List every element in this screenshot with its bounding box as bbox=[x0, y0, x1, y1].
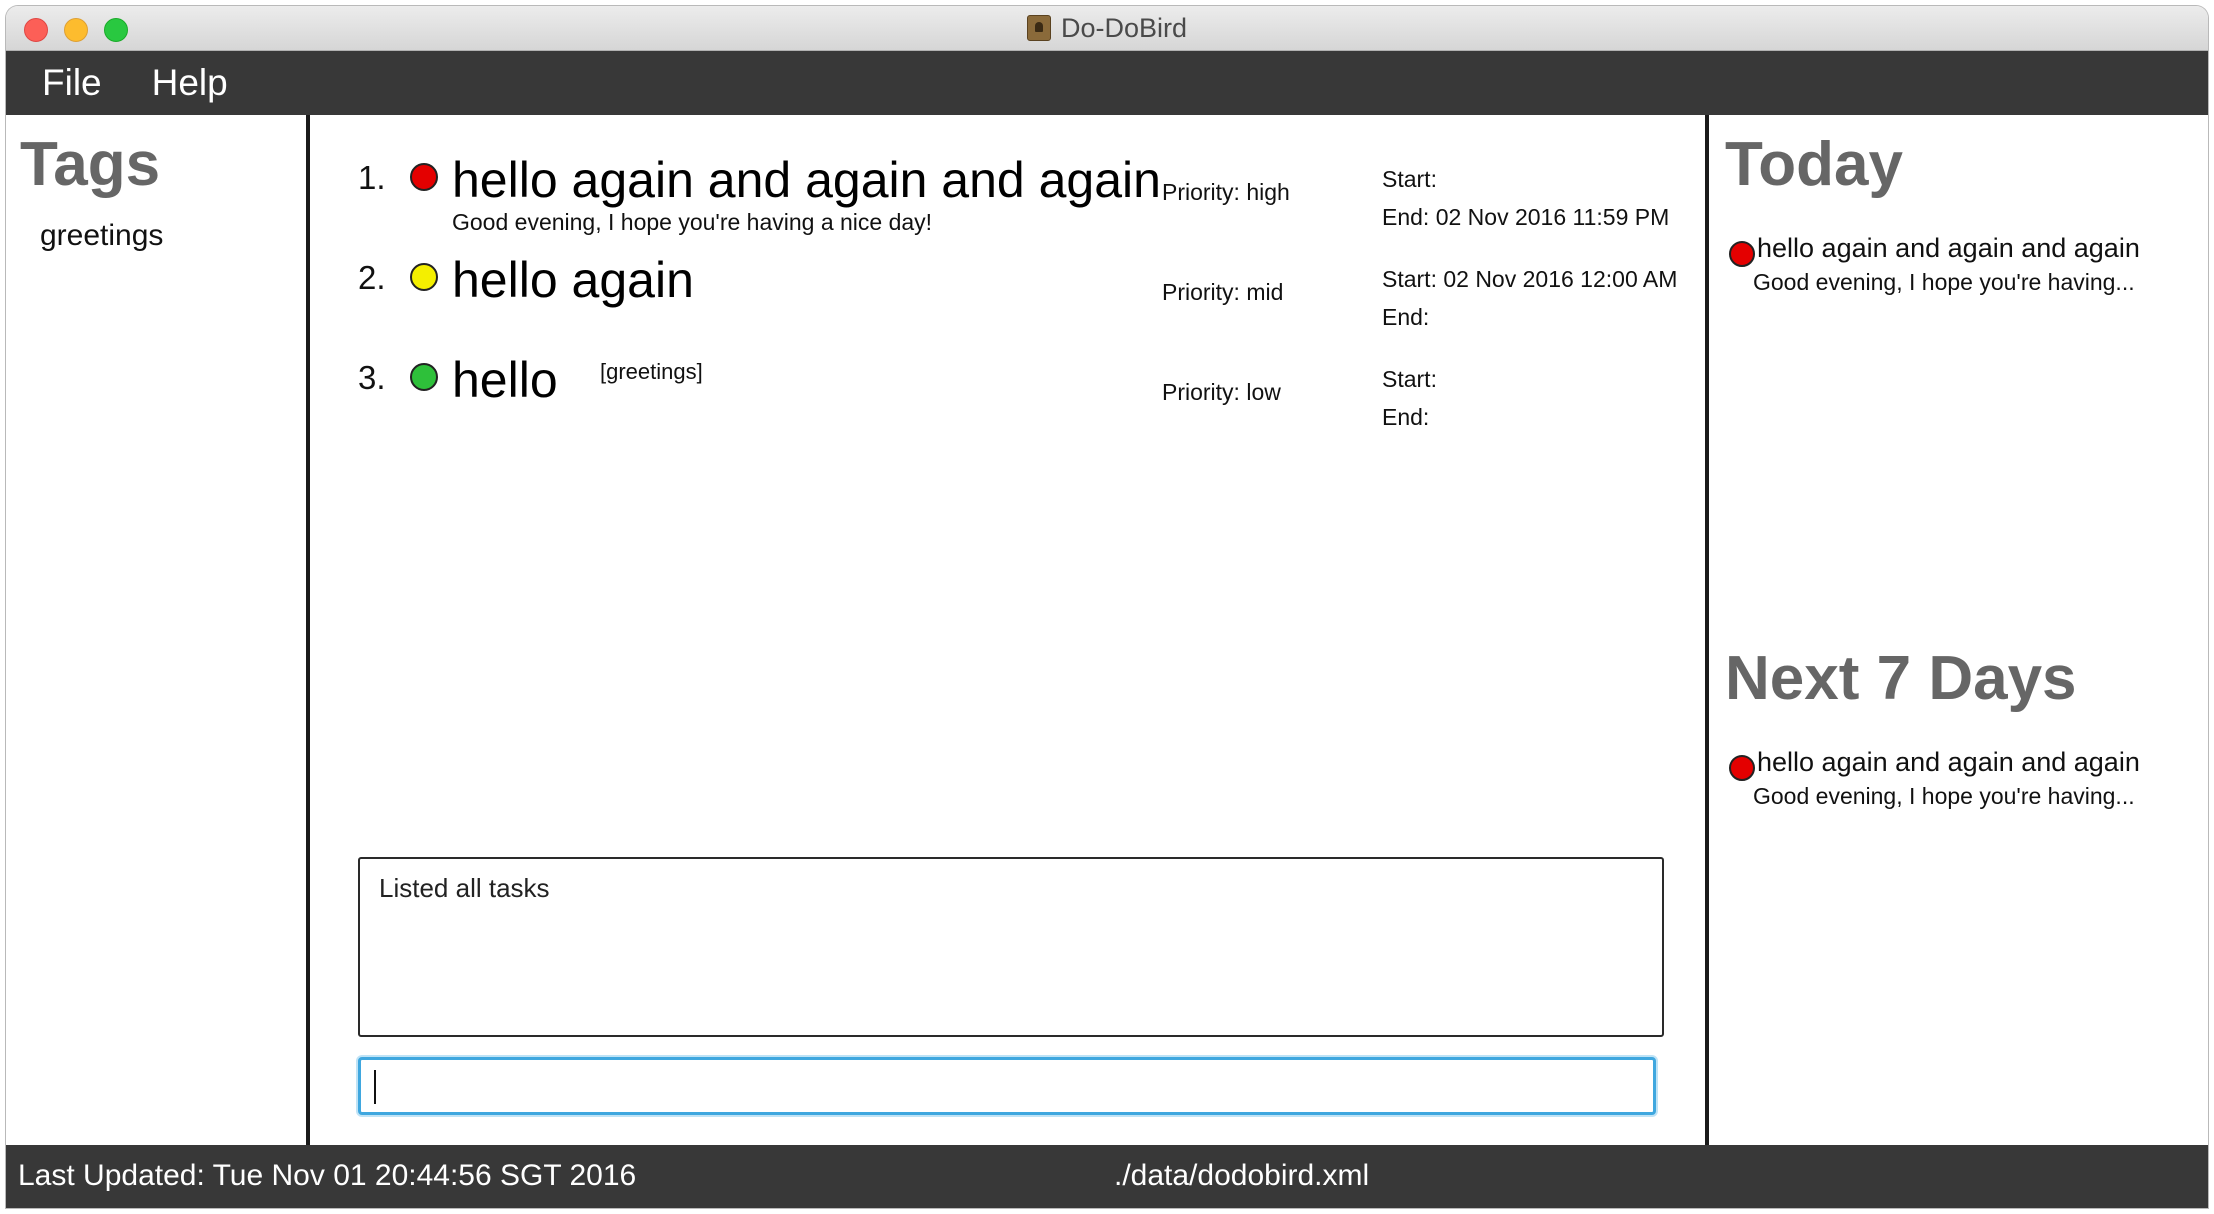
task-start: Start: bbox=[1382, 366, 1437, 392]
task-card-1[interactable]: 1. hello again and again and again Good … bbox=[310, 151, 1705, 251]
task-start: Start: bbox=[1382, 166, 1437, 192]
task-end: End: bbox=[1382, 304, 1430, 330]
task-index: 1. bbox=[358, 159, 386, 196]
task-list-panel: 1. hello again and again and again Good … bbox=[310, 115, 1705, 1145]
result-text: Listed all tasks bbox=[379, 873, 550, 903]
today-task-description: Good evening, I hope you're having... bbox=[1753, 269, 2135, 295]
priority-dot-icon bbox=[410, 163, 438, 191]
today-heading: Today bbox=[1725, 130, 1903, 199]
priority-dot-icon bbox=[410, 363, 438, 391]
task-priority: Priority: high bbox=[1162, 179, 1290, 205]
task-priority: Priority: low bbox=[1162, 379, 1281, 405]
task-end: End: 02 Nov 2016 11:59 PM bbox=[1382, 204, 1670, 230]
today-task-item[interactable]: hello again and again and again Good eve… bbox=[1709, 233, 2208, 313]
task-end: End: bbox=[1382, 404, 1430, 430]
task-index: 2. bbox=[358, 259, 386, 296]
tags-heading: Tags bbox=[20, 130, 161, 199]
next7-task-item[interactable]: hello again and again and again Good eve… bbox=[1709, 747, 2208, 827]
task-name: hello again bbox=[452, 252, 694, 308]
priority-dot-icon bbox=[410, 263, 438, 291]
task-card-2[interactable]: 2. hello again Priority: mid Start: 02 N… bbox=[310, 251, 1705, 351]
app-window: Do-DoBird File Help Tags greetings 1. he… bbox=[6, 6, 2208, 1208]
app-icon bbox=[1026, 15, 1051, 41]
result-display: Listed all tasks bbox=[358, 857, 1664, 1037]
status-bar: Last Updated: Tue Nov 01 20:44:56 SGT 20… bbox=[6, 1145, 2208, 1208]
task-description: Good evening, I hope you're having a nic… bbox=[452, 209, 933, 235]
task-card-3[interactable]: 3. hello [greetings] Priority: low Start… bbox=[310, 351, 1705, 451]
task-tags: [greetings] bbox=[600, 359, 703, 384]
task-priority: Priority: mid bbox=[1162, 279, 1284, 305]
priority-dot-icon bbox=[1729, 755, 1755, 781]
menu-bar: File Help bbox=[6, 51, 2208, 115]
next7-task-description: Good evening, I hope you're having... bbox=[1753, 783, 2135, 809]
task-index: 3. bbox=[358, 359, 386, 396]
text-caret bbox=[374, 1070, 376, 1104]
next7-heading: Next 7 Days bbox=[1725, 644, 2077, 713]
title-bar: Do-DoBird bbox=[6, 6, 2208, 51]
file-path-label: ./data/dodobird.xml bbox=[1114, 1159, 1370, 1192]
tags-panel: Tags greetings bbox=[6, 115, 310, 1145]
menu-help[interactable]: Help bbox=[152, 62, 228, 104]
today-task-name: hello again and again and again bbox=[1757, 233, 2140, 263]
menu-file[interactable]: File bbox=[42, 62, 102, 104]
task-name: hello again and again and again bbox=[452, 152, 1161, 208]
window-title: Do-DoBird bbox=[1060, 12, 1188, 43]
upcoming-panel: Today hello again and again and again Go… bbox=[1705, 115, 2208, 1145]
task-start: Start: 02 Nov 2016 12:00 AM bbox=[1382, 266, 1678, 292]
last-updated-label: Last Updated: Tue Nov 01 20:44:56 SGT 20… bbox=[18, 1159, 637, 1192]
priority-dot-icon bbox=[1729, 241, 1755, 267]
task-name: hello bbox=[452, 352, 558, 408]
command-input[interactable] bbox=[358, 1057, 1656, 1115]
next7-task-name: hello again and again and again bbox=[1757, 747, 2140, 777]
tag-item-greetings[interactable]: greetings bbox=[40, 219, 163, 253]
